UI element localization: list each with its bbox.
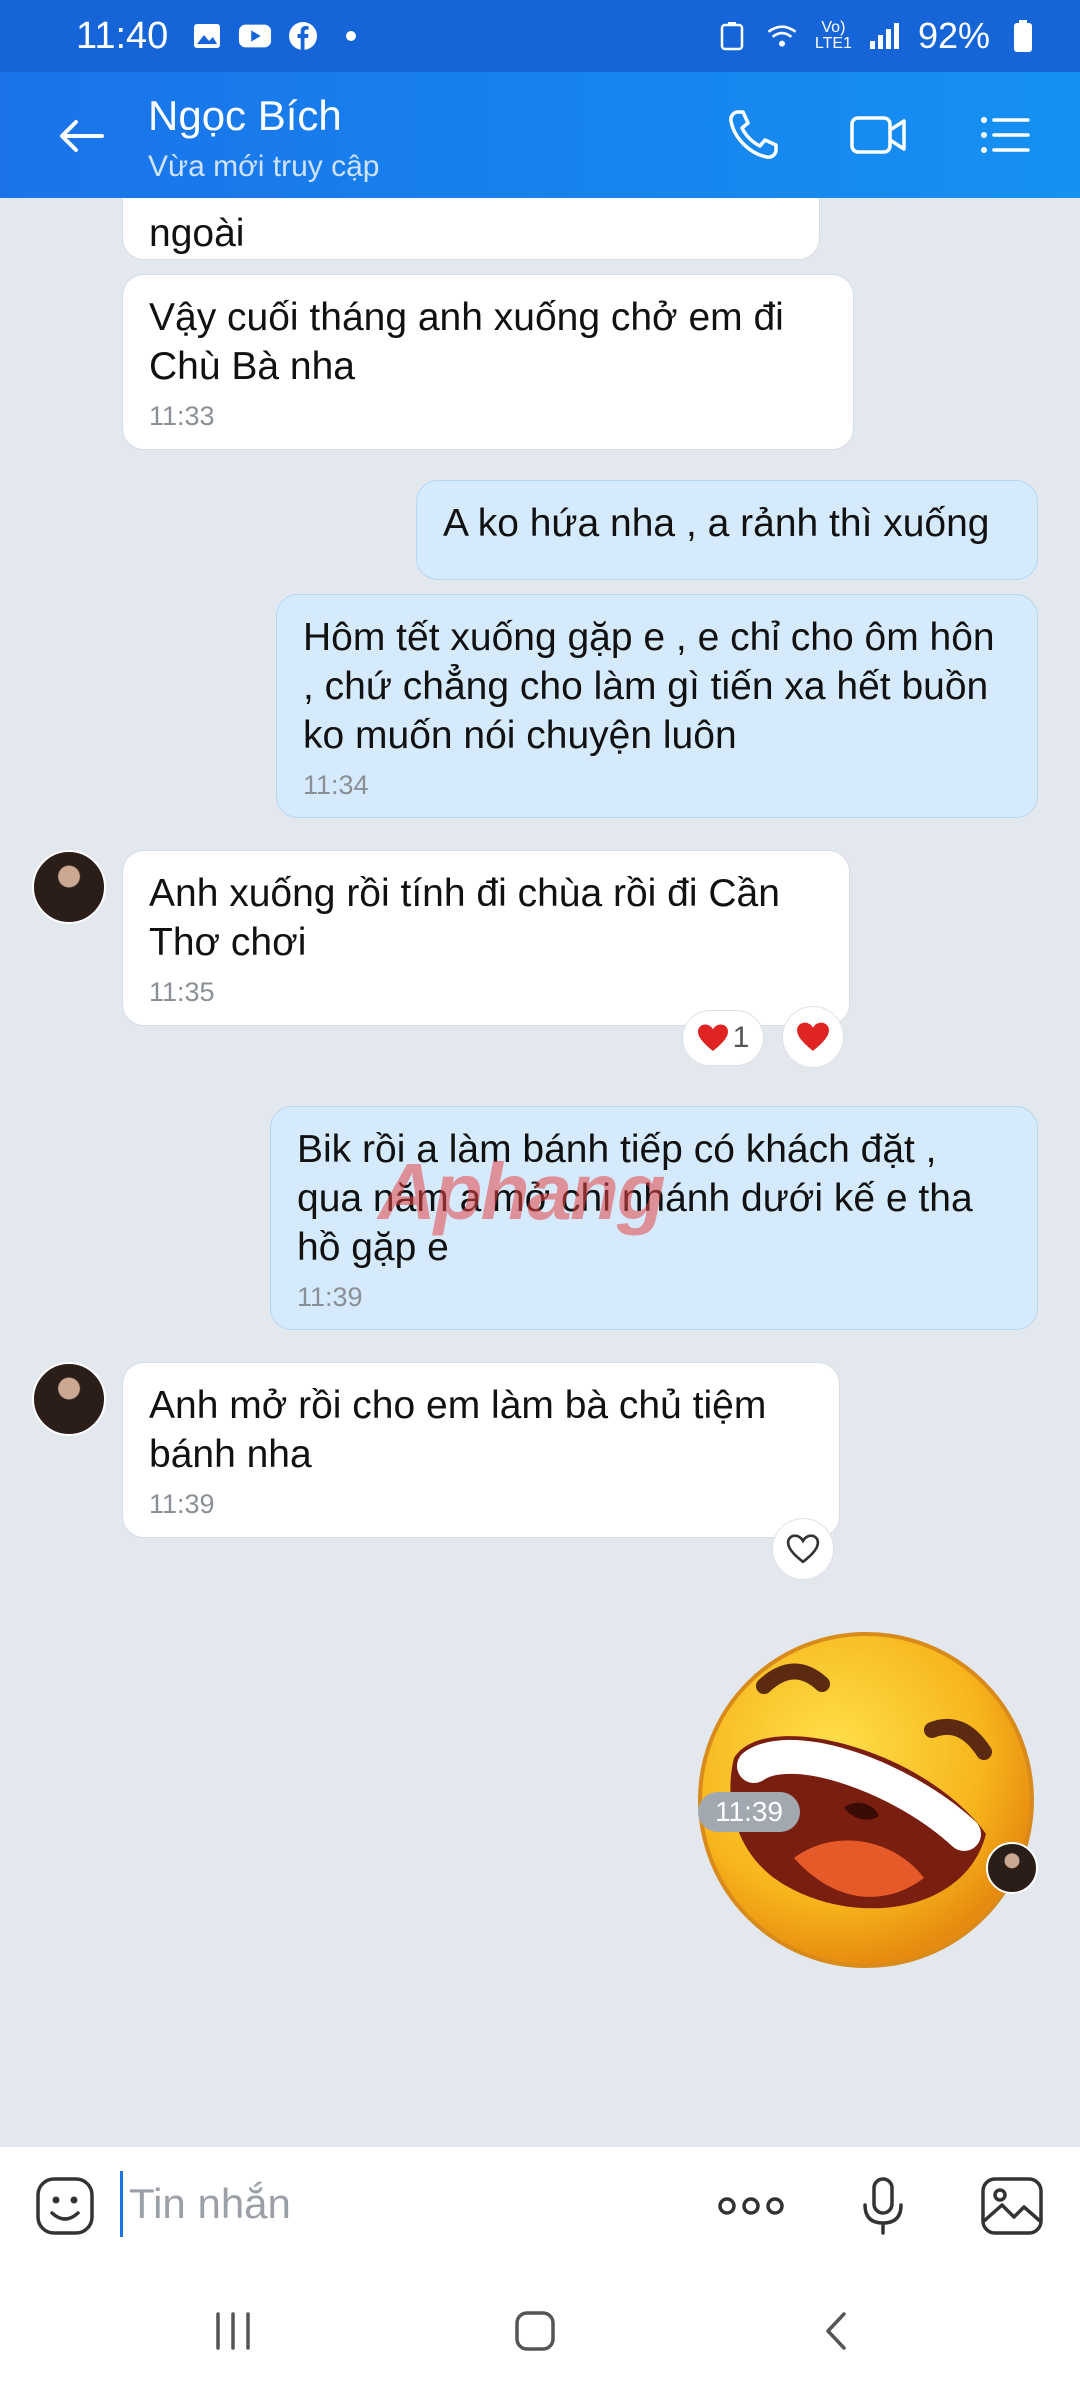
dot-icon [334,21,368,51]
message-time: 11:39 [149,1489,215,1519]
chat-header: Ngọc Bích Vừa mới truy cập [0,72,1080,198]
message-text: A ko hứa nha , a rảnh thì xuống [443,502,990,545]
wifi-icon [765,21,799,51]
message-text: Anh xuống rồi tính đi chùa rồi đi Cần Th… [149,872,780,964]
emoji-icon[interactable] [34,2175,96,2237]
seen-avatar [986,1842,1038,1894]
message-time: 11:34 [303,770,369,800]
facebook-notification-icon [286,21,320,51]
avatar[interactable] [32,850,106,924]
reaction-count: 1 [732,1021,750,1054]
message-text: Hôm tết xuống gặp e , e chỉ cho ôm hôn ,… [303,616,995,757]
heart-icon [697,1024,728,1051]
status-bar: 11:40 Vo) LTE1 92% [0,0,1080,72]
message-input-bar: Tin nhắn [0,2146,1080,2260]
battery-percent: 92% [917,15,990,56]
back-arrow-icon[interactable] [52,106,112,166]
reaction-summary[interactable]: 1 [682,1010,764,1066]
status-time: 11:40 [76,14,169,57]
message-input[interactable]: Tin nhắn [120,2171,680,2237]
message-text: Vậy cuối tháng anh xuống chở em đi Chù B… [149,296,784,388]
last-seen-status: Vừa mới truy cập [148,150,380,183]
battery-icon [1006,20,1040,52]
watermark-logo: Aphang [378,1147,666,1236]
message-bubble-out[interactable]: Hôm tết xuống gặp e , e chỉ cho ôm hôn ,… [276,594,1038,818]
message-text: Anh mở rồi cho em làm bà chủ tiệm bánh n… [149,1384,767,1476]
volte-icon: Vo) LTE1 [814,19,852,52]
signal-icon [868,21,902,51]
contact-name[interactable]: Ngọc Bích [148,92,342,140]
avatar[interactable] [32,1362,106,1436]
gallery-notification-icon [190,21,224,51]
message-bubble-in[interactable]: Anh mở rồi cho em làm bà chủ tiệm bánh n… [122,1362,840,1538]
recents-icon[interactable] [208,2306,258,2356]
heart-icon [797,1022,829,1051]
home-icon[interactable] [510,2306,560,2356]
heart-outline-icon [786,1534,820,1564]
message-text: ngoài [149,212,245,255]
system-nav-bar [0,2260,1080,2400]
more-icon[interactable] [716,2175,784,2237]
image-icon[interactable] [980,2175,1043,2237]
menu-list-icon[interactable] [972,102,1038,168]
message-time: 11:39 [297,1282,363,1312]
mic-icon[interactable] [852,2175,914,2237]
back-nav-icon[interactable] [812,2306,862,2356]
message-bubble-out[interactable]: A ko hứa nha , a rảnh thì xuống [416,480,1038,580]
message-time: 11:35 [149,977,215,1007]
message-bubble-in[interactable]: ngoài [122,198,820,260]
message-list[interactable]: ngoài Vậy cuối tháng anh xuống chở em đi… [0,198,1080,2146]
video-icon[interactable] [846,102,912,168]
youtube-notification-icon [238,21,272,51]
react-button[interactable] [772,1518,834,1580]
sticker-time: 11:39 [698,1792,800,1832]
message-bubble-in[interactable]: Vậy cuối tháng anh xuống chở em đi Chù B… [122,274,854,450]
battery-saver-icon [715,21,749,51]
phone-icon[interactable] [720,102,786,168]
message-bubble-in[interactable]: Anh xuống rồi tính đi chùa rồi đi Cần Th… [122,850,850,1026]
message-time: 11:33 [149,401,215,431]
react-button[interactable] [782,1006,844,1068]
